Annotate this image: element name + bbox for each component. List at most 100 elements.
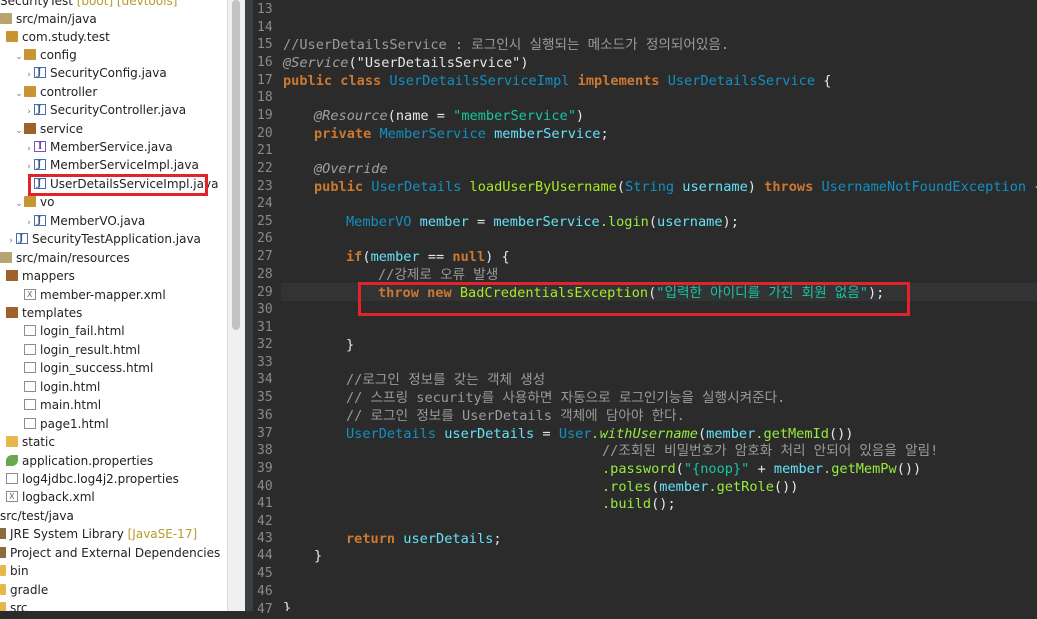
tree-file-login-result[interactable]: login_result.html [24, 341, 140, 359]
line-number: 34 [257, 372, 273, 387]
line-number: 38 [257, 443, 273, 458]
tree-src-main-resources[interactable]: src/main/resources [0, 249, 130, 267]
line-number: 20 [257, 126, 273, 141]
tree-folder-mappers[interactable]: mappers [6, 267, 75, 285]
code-line-27: if(member == null) { [346, 249, 510, 265]
tree-folder-static[interactable]: static [6, 433, 55, 451]
java-file-icon [34, 212, 46, 230]
tree-src-main-java[interactable]: src/main/java [0, 10, 97, 28]
tree-file-main[interactable]: main.html [24, 396, 101, 414]
tree-file-securityconfig[interactable]: ›SecurityConfig.java [24, 64, 167, 82]
html-file-icon [24, 381, 36, 392]
code-line-32: } [346, 337, 355, 353]
java-file-icon [34, 156, 46, 174]
tree-jre-library[interactable]: JRE System Library [JavaSE-17] [0, 525, 197, 543]
source-folder-icon [0, 252, 12, 263]
package-icon [6, 307, 18, 318]
code-line-34: //로그인 정보를 갖는 객체 생성 [346, 372, 546, 388]
line-number: 35 [257, 390, 273, 405]
code-line-25: MemberVO member = memberService.login(us… [346, 214, 739, 230]
code-line-39: .password("{noop}" + member.getMemPw()) [602, 461, 922, 477]
tree-file-login-fail[interactable]: login_fail.html [24, 322, 125, 340]
line-number: 16 [257, 55, 273, 70]
library-icon [0, 547, 6, 558]
code-line-36: // 로그인 정보를 UserDetails 객체에 담아야 한다. [346, 408, 685, 424]
line-number: 33 [257, 355, 273, 370]
line-number: 15 [257, 37, 273, 52]
code-line-47: } [283, 600, 292, 611]
tree-file-membervo[interactable]: ›MemberVO.java [24, 212, 145, 230]
annotation-highlight-throw [358, 282, 910, 316]
folder-icon [0, 565, 6, 576]
tree-project-root[interactable]: SecurityTest [boot] [devtools] [0, 0, 177, 10]
xml-file-icon [24, 286, 36, 304]
line-number: 32 [257, 337, 273, 352]
code-line-35: // 스프링 security를 사용하면 자동으로 로그인기능을 실행시켜준다… [346, 390, 786, 406]
tree-src-test-java[interactable]: src/test/java [0, 507, 74, 525]
tree-project-dependencies[interactable]: Project and External Dependencies [0, 544, 220, 562]
html-file-icon [24, 325, 36, 336]
html-file-icon [24, 399, 36, 410]
tree-file-securitytestapplication[interactable]: ›SecurityTestApplication.java [6, 230, 201, 248]
tree-file-logback[interactable]: logback.xml [6, 488, 95, 506]
tree-package-config[interactable]: ⌄ config [14, 46, 77, 64]
tree-file-page1[interactable]: page1.html [24, 415, 109, 433]
explorer-scrollbar[interactable] [227, 0, 245, 611]
code-line-40: .roles(member.getRole()) [602, 479, 799, 495]
tree-package-controller[interactable]: ⌄ controller [14, 83, 97, 101]
line-number: 37 [257, 426, 273, 441]
chevron-right-icon: › [27, 70, 31, 80]
java-file-icon [34, 64, 46, 82]
tree-file-securitycontroller[interactable]: ›SecurityController.java [24, 101, 186, 119]
line-number: 46 [257, 584, 273, 599]
tree-folder-bin[interactable]: bin [0, 562, 29, 580]
tree-folder-src[interactable]: src [0, 599, 28, 611]
line-number: 28 [257, 267, 273, 282]
folder-icon [6, 436, 18, 447]
tree-file-memberserviceimpl[interactable]: ›MemberServiceImpl.java [24, 156, 199, 174]
code-line-16: @Service("UserDetailsService") [283, 55, 529, 71]
tree-file-member-mapper[interactable]: member-mapper.xml [24, 286, 166, 304]
line-number: 23 [257, 179, 273, 194]
code-line-23: public UserDetails loadUserByUsername(St… [314, 179, 1037, 195]
tree-file-login-success[interactable]: login_success.html [24, 359, 153, 377]
tree-file-application-properties[interactable]: application.properties [6, 452, 153, 470]
project-label: SecurityTest [0, 0, 73, 8]
line-number: 17 [257, 73, 273, 88]
line-number: 40 [257, 479, 273, 494]
java-file-icon [16, 230, 28, 248]
folder-icon [0, 602, 6, 611]
editor-ruler [245, 0, 253, 611]
line-number: 22 [257, 161, 273, 176]
chevron-down-icon: ⌄ [15, 89, 23, 99]
code-line-38: //조회된 비밀번호가 암호화 처리 안되어 있음을 알림! [602, 443, 939, 459]
tree-package-service[interactable]: ⌄ service [14, 120, 83, 138]
line-number: 13 [257, 2, 273, 17]
tree-file-memberservice[interactable]: ›MemberService.java [24, 138, 172, 156]
line-number: 31 [257, 320, 273, 335]
code-line-19: @Resource(name = "memberService") [314, 108, 585, 124]
chevron-right-icon: › [9, 236, 13, 246]
explorer-scroll-thumb[interactable] [232, 0, 240, 330]
line-number: 43 [257, 531, 273, 546]
line-number-gutter: 13 14 15 16 17 18 19 20 21 22 23 24 25 26 27 28 29 30 31 32… [253, 0, 281, 617]
tree-file-log4jdbc[interactable]: log4jdbc.log4j2.properties [6, 470, 179, 488]
package-icon [6, 270, 18, 281]
line-number: 14 [257, 20, 273, 35]
line-number: 29 [257, 285, 273, 300]
xml-file-icon [6, 488, 18, 506]
tree-package-com-study-test[interactable]: com.study.test [6, 28, 110, 46]
line-number: 18 [257, 90, 273, 105]
tree-folder-gradle[interactable]: gradle [0, 581, 48, 599]
tree-folder-templates[interactable]: templates [6, 304, 82, 322]
annotation-highlight-file [28, 174, 208, 196]
line-number: 19 [257, 108, 273, 123]
tree-file-login[interactable]: login.html [24, 378, 100, 396]
html-file-icon [24, 362, 36, 373]
package-explorer: SecurityTest [boot] [devtools] src/main/… [0, 0, 227, 611]
package-icon [24, 196, 36, 207]
package-icon [24, 49, 36, 60]
line-number: 45 [257, 566, 273, 581]
code-line-17: public class UserDetailsServiceImpl impl… [283, 73, 832, 89]
code-line-20: private MemberService memberService; [314, 126, 609, 142]
